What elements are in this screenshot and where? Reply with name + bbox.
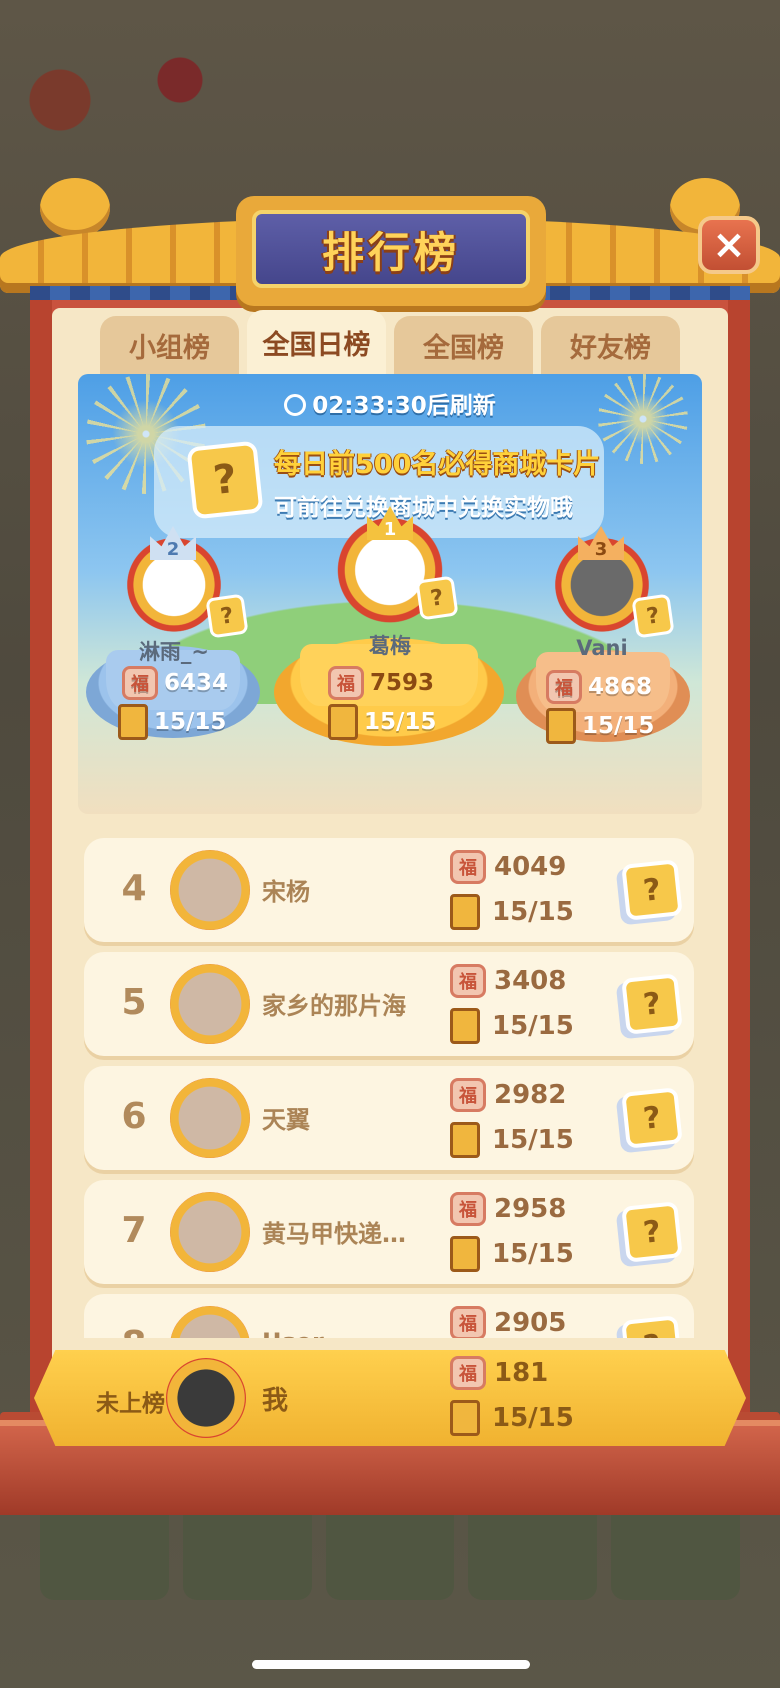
mystery-card-icon: ?	[205, 593, 249, 639]
score: 福 2958	[450, 1192, 566, 1226]
book-icon	[450, 894, 480, 930]
progress: 15/15	[450, 1008, 574, 1044]
roof-curl-left	[40, 178, 110, 238]
unranked-label: 未上榜	[96, 1391, 165, 1417]
mystery-card-icon: ?	[631, 593, 675, 639]
mystery-card-icon[interactable]: ?	[621, 1315, 683, 1338]
close-icon: ×	[712, 222, 746, 268]
avatar[interactable]	[170, 1306, 250, 1338]
fu-coin-icon: 福	[450, 1356, 486, 1390]
mystery-card-icon[interactable]: ?	[621, 859, 683, 921]
player-name: 宋杨	[262, 878, 310, 906]
score: 福 181	[450, 1356, 548, 1390]
podium-name-2: 淋雨_~	[138, 640, 210, 664]
fu-coin-icon: 福	[450, 1192, 486, 1226]
mystery-card-icon: ?	[415, 575, 459, 621]
fu-coin-icon: 福	[450, 850, 486, 884]
right-pillar	[728, 280, 750, 1480]
clock-icon	[284, 394, 307, 416]
promo-subline: 可前往兑换商城中兑换实物哦	[274, 495, 573, 521]
mystery-card-icon: ?	[186, 440, 264, 520]
rank-number: 7	[121, 1210, 147, 1251]
book-icon	[328, 704, 358, 740]
podium-progress-3: 15/15	[546, 708, 654, 744]
mystery-card-icon[interactable]: ?	[621, 973, 683, 1035]
fu-coin-icon: 福	[328, 666, 364, 700]
podium-score-2: 福 6434	[122, 666, 228, 700]
title-plaque: 排行榜	[236, 196, 546, 306]
rank-number: 8	[114, 1324, 154, 1338]
list-item[interactable]: 4 宋杨 福 4049 15/15 ?	[84, 838, 694, 942]
home-indicator[interactable]	[252, 1660, 530, 1669]
tab-national-daily[interactable]: 全国日榜	[247, 310, 386, 374]
promo-headline: 每日前500名必得商城卡片	[274, 449, 601, 480]
timer-text: 02:33:30后刷新	[312, 393, 496, 419]
score: 福 2982	[450, 1078, 566, 1112]
tab-friends[interactable]: 好友榜	[541, 316, 680, 374]
tab-bar: 小组榜 全国日榜 全国榜 好友榜	[100, 310, 680, 374]
book-icon	[118, 704, 148, 740]
left-pillar	[30, 280, 52, 1480]
close-button[interactable]: ×	[698, 216, 760, 274]
score: 福 3408	[450, 964, 566, 998]
player-name: 黄马甲快递…	[262, 1220, 406, 1248]
podium-name-3: Vani	[576, 636, 628, 660]
mystery-card-icon[interactable]: ?	[621, 1087, 683, 1149]
progress: 15/15	[450, 1122, 574, 1158]
score: 福 4049	[450, 850, 566, 884]
book-icon	[450, 1236, 480, 1272]
book-icon	[546, 708, 576, 744]
list-item[interactable]: 5 家乡的那片海 福 3408 15/15 ?	[84, 952, 694, 1056]
podium-name-1: 葛梅	[369, 634, 411, 658]
player-name: 天翼	[262, 1106, 310, 1134]
mystery-card-icon[interactable]: ?	[621, 1201, 683, 1263]
progress: 15/15	[450, 1400, 574, 1436]
rank-number: 5	[121, 982, 147, 1023]
fu-coin-icon: 福	[450, 1306, 486, 1338]
podium-score-1: 福 7593	[328, 666, 434, 700]
avatar[interactable]	[170, 964, 250, 1044]
progress: 15/15	[450, 894, 574, 930]
fu-coin-icon: 福	[450, 1078, 486, 1112]
progress: 15/15	[450, 1236, 574, 1272]
player-name: User	[262, 1328, 422, 1338]
avatar[interactable]	[166, 1358, 246, 1438]
list-item[interactable]: 8 User 福2905 ?	[84, 1294, 694, 1338]
fu-coin-icon: 福	[122, 666, 158, 700]
podium-score-3: 福 4868	[546, 670, 652, 704]
podium-progress-2: 15/15	[118, 704, 226, 740]
my-rank-row[interactable]: 未上榜 我 福 181 15/15	[34, 1350, 746, 1446]
avatar[interactable]	[170, 850, 250, 930]
avatar[interactable]	[170, 1192, 250, 1272]
fu-coin-icon: 福	[450, 964, 486, 998]
player-name: 家乡的那片海	[262, 992, 406, 1020]
tab-group[interactable]: 小组榜	[100, 316, 239, 374]
ranking-list[interactable]: 4 宋杨 福 4049 15/15 ? 5 家乡的那片海 福 3408 15/15 …	[84, 838, 694, 1338]
tab-national[interactable]: 全国榜	[394, 316, 533, 374]
fu-coin-icon: 福	[546, 670, 582, 704]
list-item[interactable]: 6 天翼 福 2982 15/15 ?	[84, 1066, 694, 1170]
rank-number: 4	[121, 868, 147, 909]
avatar[interactable]	[170, 1078, 250, 1158]
refresh-timer: 02:33:30后刷新	[78, 386, 702, 420]
hero-banner: 02:33:30后刷新 ? 每日前500名必得商城卡片 可前往兑换商城中兑换实物…	[78, 374, 702, 814]
podium-progress-1: 15/15	[328, 704, 436, 740]
score: 福 2905	[450, 1306, 566, 1338]
book-icon	[450, 1008, 480, 1044]
page-title: 排行榜	[321, 227, 460, 277]
rank-number: 6	[121, 1096, 147, 1137]
backdrop-buttons	[0, 1500, 780, 1600]
player-name: 我	[262, 1386, 289, 1416]
list-item[interactable]: 7 黄马甲快递… 福 2958 15/15 ?	[84, 1180, 694, 1284]
book-icon	[450, 1400, 480, 1436]
book-icon	[450, 1122, 480, 1158]
